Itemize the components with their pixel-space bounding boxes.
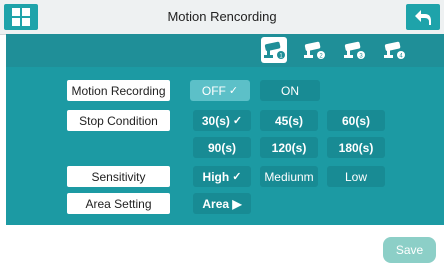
page-title: Motion Rencording [167,9,277,24]
camera-selector-bar: 1 2 3 4 [6,34,444,67]
stop-condition-label: Stop Condition [67,110,170,131]
camera-2-button[interactable]: 2 [301,37,327,63]
check-icon: ✓ [228,85,239,97]
stop-120s-option[interactable]: 120(s) [260,137,318,158]
stop-180s-option[interactable]: 180(s) [327,137,385,158]
sensitivity-low-option[interactable]: Low [327,166,385,187]
sensitivity-high-text: High [202,169,230,184]
sensitivity-high-option[interactable]: High ✓ [193,166,251,187]
camera-3-button[interactable]: 3 [341,37,367,63]
motion-on-option[interactable]: ON [260,80,320,101]
motion-on-text: ON [281,83,299,98]
area-button[interactable]: Area ▶ [193,193,251,214]
camera-2-icon: 2 [304,41,325,60]
stop-60s-option[interactable]: 60(s) [327,110,385,131]
camera-3-icon: 3 [344,41,365,60]
sensitivity-label: Sensitivity [67,166,170,187]
back-arrow-icon [415,10,431,25]
area-setting-label: Area Setting [67,193,170,214]
save-button[interactable]: Save [383,237,436,263]
stop-30s-text: 30(s) [201,113,230,128]
motion-off-text: OFF [201,83,226,98]
motion-off-option[interactable]: OFF ✓ [190,80,250,101]
check-icon: ✓ [232,115,243,127]
camera-1-icon: 1 [264,41,285,60]
camera-4-button[interactable]: 4 [381,37,407,63]
check-icon: ✓ [232,171,242,183]
back-button[interactable] [406,4,440,30]
camera-1-button[interactable]: 1 [261,37,287,63]
footer-bar: Save [0,225,444,264]
motion-recording-label: Motion Recording [67,80,170,101]
settings-panel: Motion Recording OFF ✓ ON Stop Condition … [6,67,444,225]
camera-4-icon: 4 [384,41,405,60]
title-bar: Motion Rencording [0,0,444,35]
sensitivity-medium-option[interactable]: Mediunm [260,166,318,187]
stop-45s-option[interactable]: 45(s) [260,110,318,131]
stop-30s-option[interactable]: 30(s) ✓ [193,110,251,131]
stop-90s-option[interactable]: 90(s) [193,137,251,158]
